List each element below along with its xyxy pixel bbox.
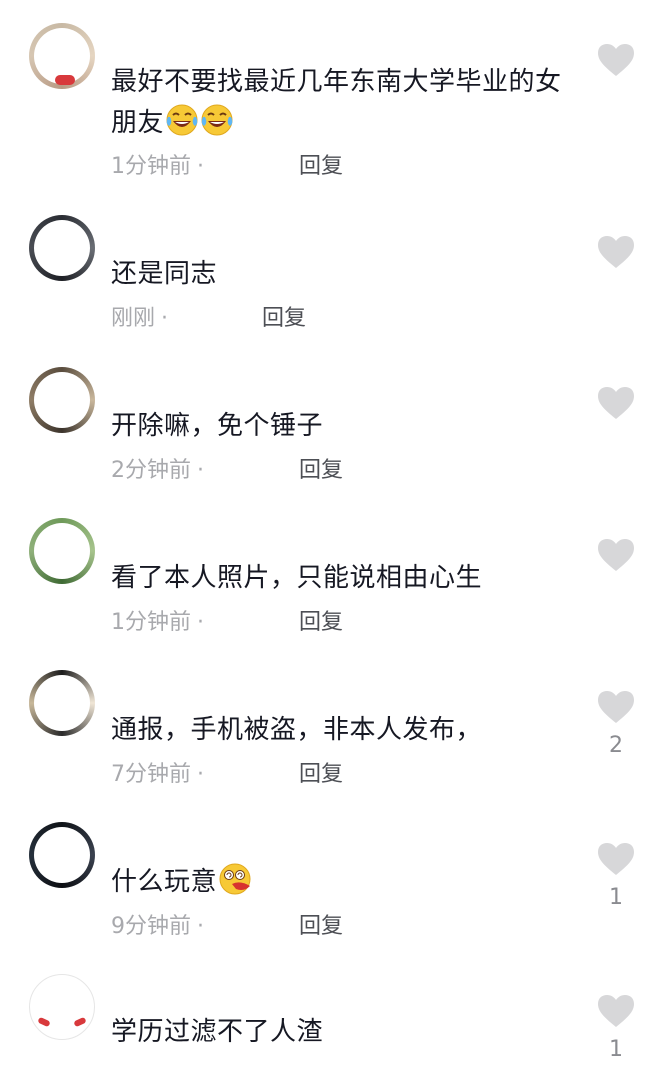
comment-time: 2分钟前: [111, 458, 191, 483]
separator-dot: ·: [197, 762, 204, 787]
comment-time: 9分钟前: [111, 914, 191, 939]
comment-item: 最好不要找最近几年东南大学毕业的女朋友 1分钟前 · 回复: [0, 0, 660, 190]
comment-item: 开除嘛，免个锤子 2分钟前 · 回复: [0, 340, 660, 492]
comment-list: 最好不要找最近几年东南大学毕业的女朋友 1分钟前 · 回复 还是同志 刚刚 · 回复…: [0, 0, 660, 1067]
heart-icon[interactable]: [597, 538, 635, 572]
comment-text: 学历过滤不了人渣: [111, 1017, 324, 1047]
reply-button[interactable]: 回复: [299, 154, 343, 180]
comment-text: 通报，手机被盗，非本人发布，: [111, 715, 483, 745]
comment-text: 开除嘛，免个锤子: [111, 411, 324, 441]
comment-text: 看了本人照片，只能说相由心生: [111, 563, 483, 593]
comment-text: 什么玩意: [111, 862, 571, 903]
laughing-crying-emoji-icon: [166, 104, 198, 136]
heart-icon[interactable]: [597, 235, 635, 269]
separator-dot: ·: [197, 154, 204, 179]
like-count: 1: [609, 885, 623, 910]
reply-button[interactable]: 回复: [299, 762, 343, 788]
heart-icon[interactable]: [597, 994, 635, 1028]
reply-button[interactable]: 回复: [299, 914, 343, 940]
heart-icon[interactable]: [597, 842, 635, 876]
reply-button[interactable]: 回复: [299, 610, 343, 636]
comment-time: 1分钟前: [111, 154, 191, 179]
laughing-crying-emoji-icon: [201, 104, 233, 136]
heart-icon[interactable]: [597, 43, 635, 77]
comment-time: 1分钟前: [111, 610, 191, 635]
comment-meta: 9分钟前 ·: [111, 914, 204, 940]
comment-item: 什么玩意 9分钟前 · 回复 1: [0, 796, 660, 948]
reply-button[interactable]: 回复: [262, 306, 306, 332]
comment-text: 最好不要找最近几年东南大学毕业的女朋友: [111, 67, 562, 138]
avatar[interactable]: [29, 670, 95, 736]
comment-time: 7分钟前: [111, 762, 191, 787]
separator-dot: ·: [161, 306, 169, 331]
reply-button[interactable]: 回复: [299, 458, 343, 484]
separator-dot: ·: [197, 610, 204, 635]
separator-dot: ·: [197, 914, 204, 939]
like-count: 1: [609, 1037, 623, 1062]
comment-meta: 2分钟前 ·: [111, 458, 204, 484]
comment-meta: 刚刚 ·: [111, 306, 168, 332]
avatar[interactable]: [29, 974, 95, 1040]
comment-time: 刚刚: [111, 306, 156, 331]
heart-icon[interactable]: [597, 386, 635, 420]
avatar[interactable]: [29, 23, 95, 89]
comment-text: 还是同志: [111, 259, 218, 289]
comment-item: 看了本人照片，只能说相由心生 1分钟前 · 回复: [0, 492, 660, 644]
comment-meta: 1分钟前 ·: [111, 610, 204, 636]
comment-item: 还是同志 刚刚 · 回复: [0, 190, 660, 340]
like-count: 2: [609, 733, 623, 758]
comment-item: 通报，手机被盗，非本人发布， 7分钟前 · 回复 2: [0, 644, 660, 796]
avatar[interactable]: [29, 367, 95, 433]
avatar[interactable]: [29, 215, 95, 281]
comment-item: 学历过滤不了人渣 1: [0, 948, 660, 1067]
heart-icon[interactable]: [597, 690, 635, 724]
dizzy-vomit-emoji-icon: [219, 863, 251, 895]
avatar[interactable]: [29, 518, 95, 584]
comment-meta: 1分钟前 ·: [111, 154, 204, 180]
comment-meta: 7分钟前 ·: [111, 762, 204, 788]
avatar[interactable]: [29, 822, 95, 888]
separator-dot: ·: [197, 458, 204, 483]
